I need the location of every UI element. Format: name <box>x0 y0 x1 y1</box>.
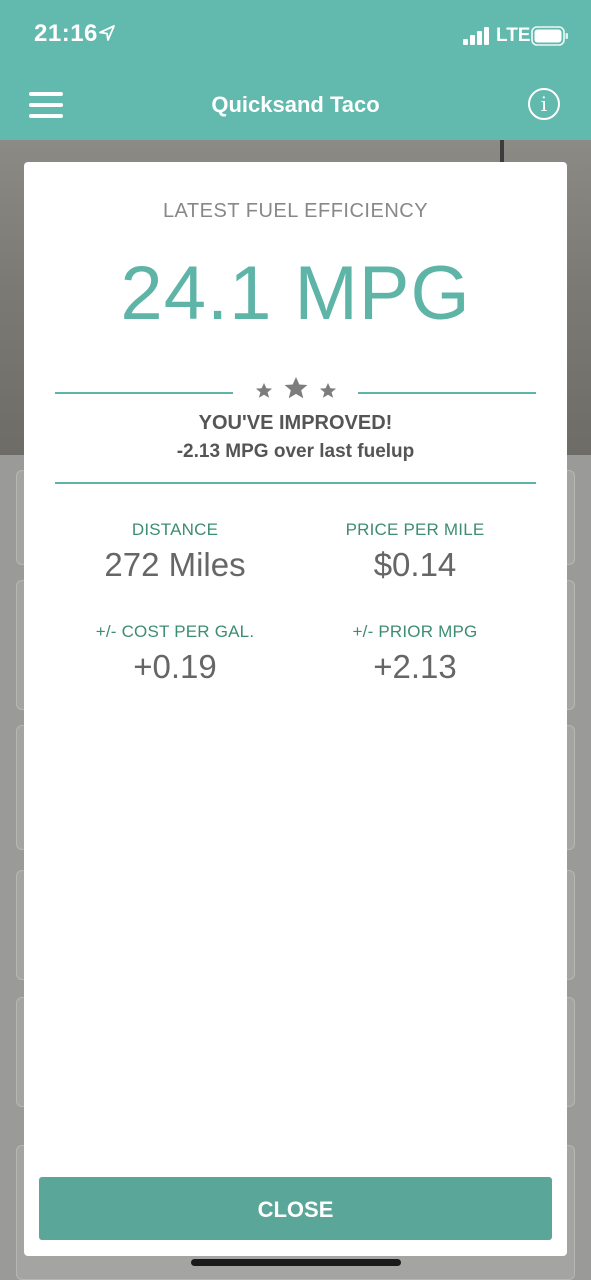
stat-label: +/- COST PER GAL. <box>95 622 255 641</box>
vehicle-title: Quicksand Taco <box>211 92 380 117</box>
divider-right <box>358 392 536 394</box>
location-arrow-icon <box>99 25 115 41</box>
info-icon[interactable]: i <box>528 88 560 120</box>
stat-value: 272 Miles <box>104 546 246 583</box>
home-indicator[interactable] <box>191 1259 401 1266</box>
divider-left <box>55 392 233 394</box>
status-bar: 21:16 LTE <box>0 0 591 70</box>
stat-distance: DISTANCE 272 Miles <box>55 520 295 584</box>
status-time: 21:16 <box>34 20 98 47</box>
stat-price-per-mile: PRICE PER MILE $0.14 <box>295 520 535 584</box>
stat-prior-mpg-change: +/- PRIOR MPG +2.13 <box>295 622 535 686</box>
stat-label: DISTANCE <box>131 520 219 539</box>
stat-label: PRICE PER MILE <box>345 520 485 539</box>
battery-icon <box>531 26 568 46</box>
mpg-value: 24.1 MPG <box>120 251 471 336</box>
nav-bar: Quicksand Taco i <box>0 70 591 140</box>
stat-value: +2.13 <box>373 648 457 685</box>
improvement-title: YOU'VE IMPROVED! <box>198 412 393 434</box>
close-button[interactable]: CLOSE <box>39 1177 552 1240</box>
stat-label: +/- PRIOR MPG <box>352 622 478 641</box>
cellular-signal-icon <box>463 27 489 45</box>
stat-cost-per-gallon-change: +/- COST PER GAL. +0.19 <box>55 622 295 686</box>
stat-value: $0.14 <box>373 546 457 583</box>
fuel-efficiency-modal: LATEST FUEL EFFICIENCY 24.1 MPG YOU'VE I… <box>24 162 567 1256</box>
stat-value: +0.19 <box>133 648 217 685</box>
network-type-label: LTE <box>496 25 531 46</box>
modal-heading: LATEST FUEL EFFICIENCY <box>162 200 429 222</box>
improvement-subtitle: -2.13 MPG over last fuelup <box>176 441 415 462</box>
three-stars-icon <box>255 377 337 399</box>
divider-full <box>55 482 536 484</box>
